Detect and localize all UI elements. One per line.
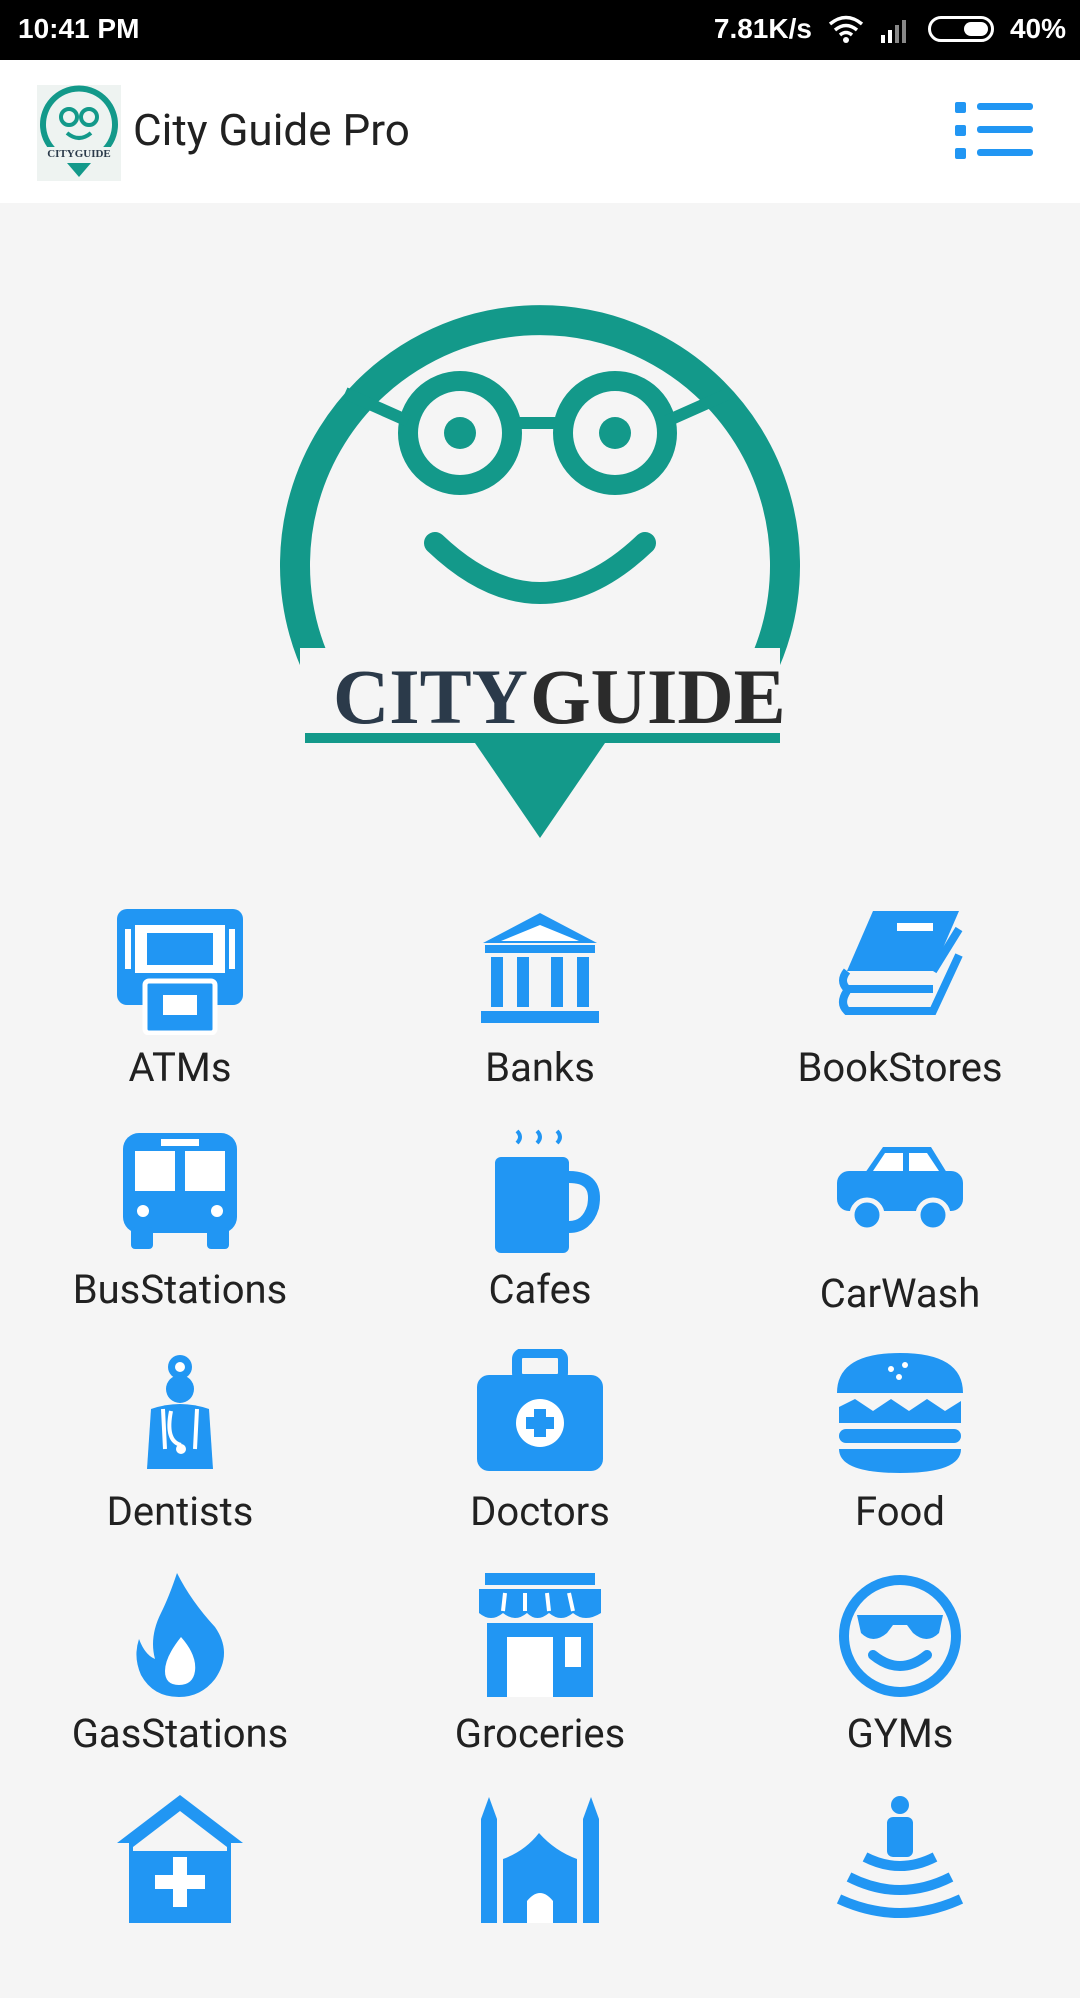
battery-icon: [927, 16, 994, 42]
status-bar: 10:41 PM 7.81K/s 40%: [0, 0, 1080, 60]
category-label: Cafes: [488, 1266, 592, 1313]
category-dentists[interactable]: Dentists: [0, 1334, 360, 1554]
category-food[interactable]: Food: [720, 1334, 1080, 1554]
spa-icon: [836, 1796, 964, 1918]
battery-level: 40%: [1009, 13, 1066, 44]
category-label: ATMs: [128, 1044, 232, 1091]
category-groceries[interactable]: Groceries: [360, 1556, 720, 1776]
category-label: Dentists: [106, 1488, 254, 1535]
car-icon: [837, 1147, 963, 1233]
app-logo: CITYGUIDE: [37, 85, 121, 181]
status-time: 10:41 PM: [18, 13, 140, 44]
logo-text-city: CITY: [333, 653, 528, 740]
city-guide-logo-icon: CITYGUIDE: [40, 85, 118, 177]
bank-icon: [481, 913, 599, 1023]
coffee-mug-icon: [495, 1129, 600, 1253]
wifi-icon: [828, 15, 864, 43]
logo-text-guide: GUIDE: [530, 653, 786, 740]
category-atms[interactable]: ATMs: [0, 890, 360, 1110]
category-cafes[interactable]: Cafes: [360, 1112, 720, 1332]
cool-face-icon: [839, 1575, 961, 1697]
category-label: CarWash: [819, 1270, 981, 1317]
svg-text:CITYGUIDE: CITYGUIDE: [47, 148, 111, 160]
category-label: Food: [855, 1488, 945, 1535]
city-guide-hero-icon: CITY GUIDE: [280, 305, 800, 838]
store-icon: [479, 1573, 601, 1697]
category-label: Groceries: [454, 1710, 626, 1757]
app-title: City Guide Pro: [133, 104, 410, 156]
category-label: GYMs: [846, 1710, 954, 1757]
hero-logo: CITY GUIDE: [280, 243, 800, 843]
books-icon: [839, 911, 963, 1015]
category-spa[interactable]: [720, 1778, 1080, 1998]
list-menu-icon: [955, 102, 1033, 159]
hospital-icon: [117, 1795, 243, 1923]
category-label: GasStations: [71, 1710, 289, 1757]
category-mosques[interactable]: [360, 1778, 720, 1998]
mosque-icon: [481, 1797, 599, 1923]
burger-icon: [837, 1353, 963, 1473]
category-doctors[interactable]: Doctors: [360, 1334, 720, 1554]
doctor-icon: [147, 1355, 213, 1469]
signal-icon: [880, 20, 906, 43]
category-banks[interactable]: Banks: [360, 890, 720, 1110]
status-indicators: 7.81K/s 40%: [714, 13, 1066, 45]
network-speed: 7.81K/s: [713, 13, 812, 44]
category-gyms[interactable]: GYMs: [720, 1556, 1080, 1776]
app-bar: CITYGUIDE City Guide Pro: [0, 60, 1080, 203]
category-gasstations[interactable]: GasStations: [0, 1556, 360, 1776]
category-label: Banks: [485, 1044, 595, 1091]
category-carwash[interactable]: CarWash: [720, 1112, 1080, 1332]
category-label: BusStations: [72, 1266, 288, 1313]
category-hospitals[interactable]: [0, 1778, 360, 1998]
flame-icon: [136, 1573, 224, 1697]
category-bookstores[interactable]: BookStores: [720, 890, 1080, 1110]
category-busstations[interactable]: BusStations: [0, 1112, 360, 1332]
bus-icon: [123, 1133, 237, 1249]
list-menu-button[interactable]: [955, 98, 1033, 164]
category-label: BookStores: [797, 1044, 1003, 1091]
medical-kit-icon: [477, 1349, 603, 1471]
category-label: Doctors: [470, 1488, 610, 1535]
atm-icon: [117, 909, 243, 1035]
